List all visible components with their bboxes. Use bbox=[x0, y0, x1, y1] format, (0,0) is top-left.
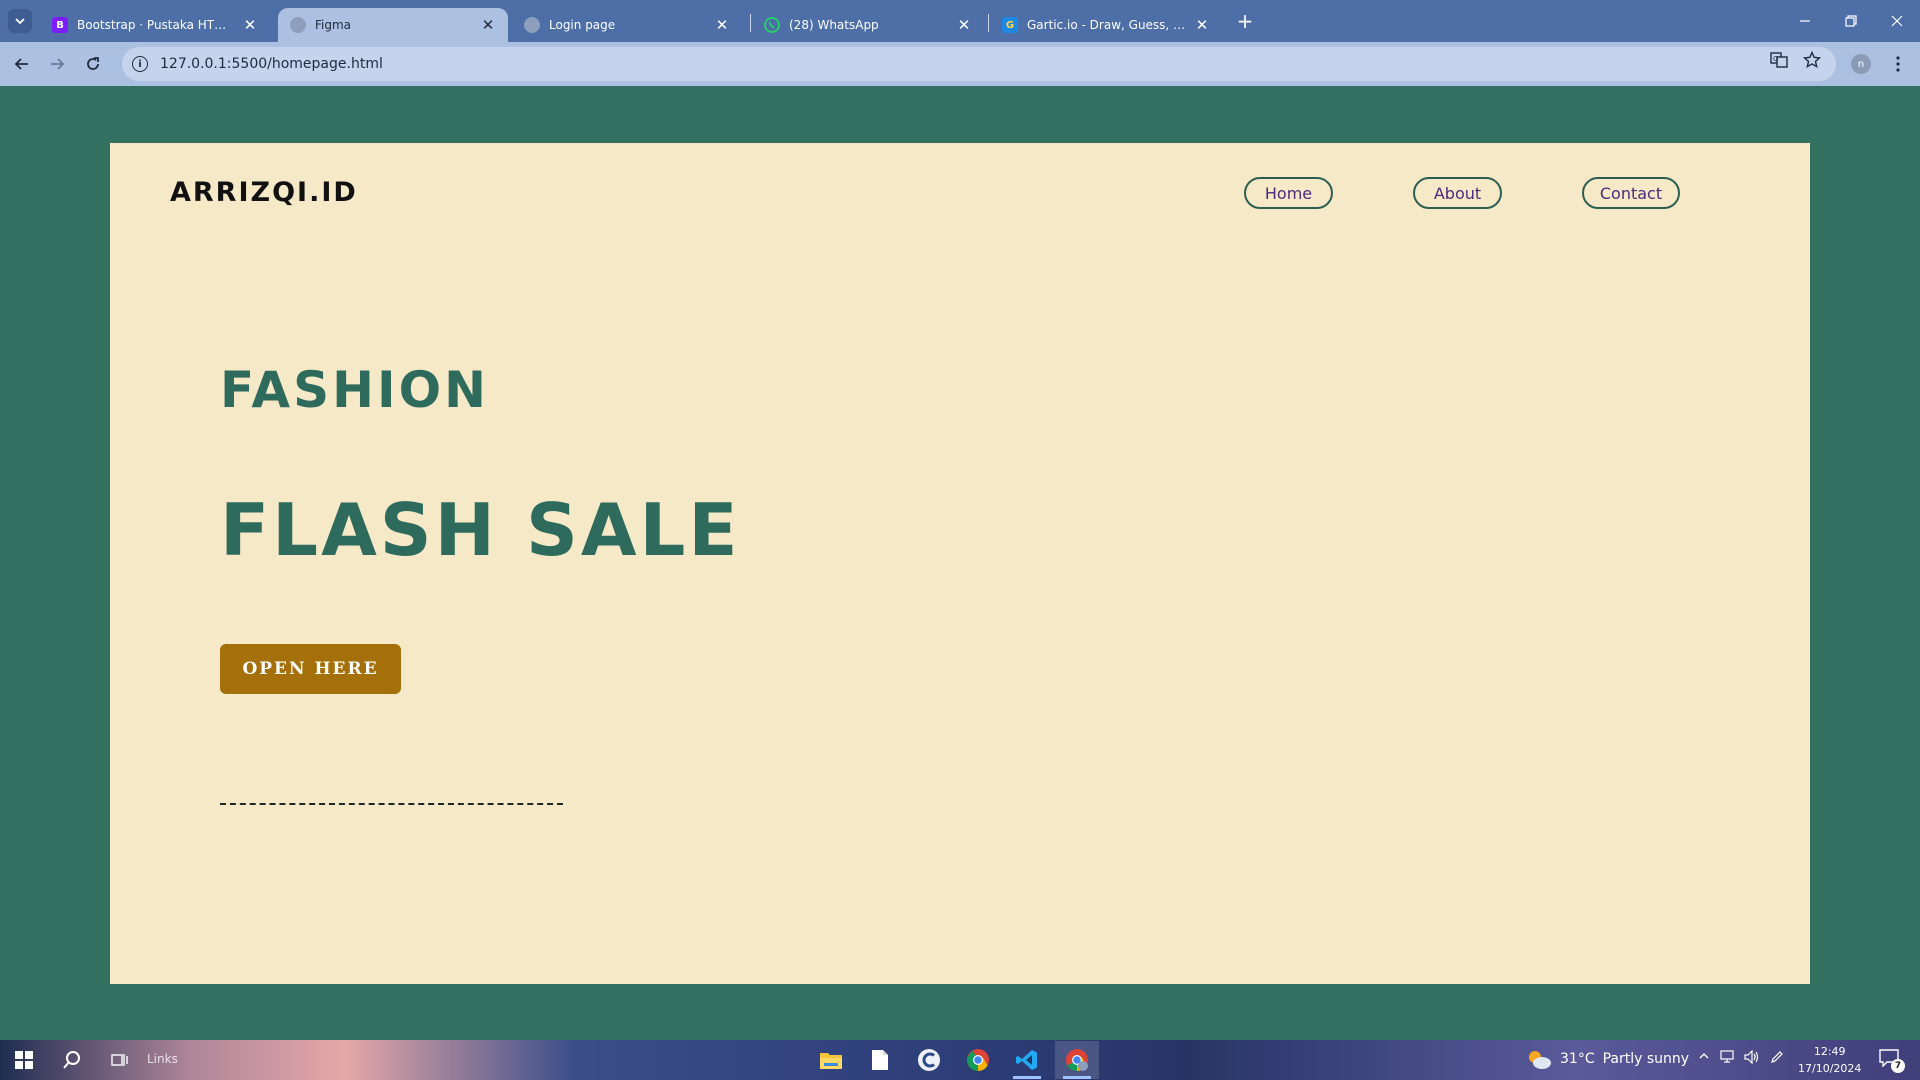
homepage-card: ARRIZQI.ID Home About Contact FASHION FL… bbox=[110, 143, 1810, 984]
tab-title: Figma bbox=[315, 18, 352, 32]
pen-icon[interactable] bbox=[1767, 1050, 1787, 1068]
tab-separator bbox=[750, 14, 751, 32]
notification-count-badge: 7 bbox=[1891, 1059, 1905, 1073]
new-tab-plus-icon[interactable]: + bbox=[1233, 9, 1257, 33]
notepad-icon[interactable] bbox=[858, 1041, 902, 1079]
translate-icon[interactable]: G bbox=[1769, 50, 1789, 70]
site-logo[interactable]: ARRIZQI.ID bbox=[170, 177, 358, 208]
tab-whatsapp[interactable]: (28) WhatsApp ✕ bbox=[752, 8, 984, 42]
tab-title: Gartic.io - Draw, Guess, WIN bbox=[1027, 18, 1186, 32]
nav-contact-link[interactable]: Contact bbox=[1582, 177, 1680, 209]
open-here-button[interactable]: OPEN HERE bbox=[220, 644, 401, 694]
globe-favicon-icon bbox=[290, 17, 306, 33]
whatsapp-icon bbox=[764, 17, 780, 33]
close-window-icon[interactable] bbox=[1882, 6, 1912, 36]
kebab-menu-icon[interactable] bbox=[1888, 52, 1908, 76]
minimize-icon[interactable] bbox=[1790, 6, 1820, 36]
tab-bootstrap[interactable]: B Bootstrap · Pustaka HTML, CSS, dan JS … bbox=[40, 8, 270, 42]
partly-sunny-icon bbox=[1529, 1051, 1551, 1069]
forward-arrow-icon[interactable] bbox=[43, 50, 71, 78]
clock-time: 12:49 bbox=[1813, 1045, 1846, 1058]
task-view-icon[interactable] bbox=[103, 1044, 135, 1076]
close-tab-icon[interactable]: ✕ bbox=[1194, 16, 1210, 34]
network-icon[interactable] bbox=[1718, 1050, 1738, 1068]
close-tab-icon[interactable]: ✕ bbox=[480, 16, 496, 34]
file-explorer-icon[interactable] bbox=[809, 1041, 853, 1079]
chrome-icon[interactable] bbox=[956, 1041, 1000, 1079]
profile-avatar[interactable]: n bbox=[1851, 54, 1871, 74]
windows-start-icon[interactable] bbox=[8, 1044, 40, 1076]
close-tab-icon[interactable]: ✕ bbox=[714, 16, 730, 34]
address-url[interactable]: 127.0.0.1:5500/homepage.html bbox=[160, 56, 383, 72]
address-bar[interactable]: i 127.0.0.1:5500/homepage.html bbox=[122, 47, 1836, 81]
close-tab-icon[interactable]: ✕ bbox=[242, 16, 258, 34]
gartic-favicon-icon: G bbox=[1002, 17, 1018, 33]
notification-center-icon[interactable]: 7 bbox=[1879, 1049, 1905, 1073]
restore-icon[interactable] bbox=[1836, 6, 1866, 36]
weather-description: Partly sunny bbox=[1602, 1051, 1690, 1067]
taskbar-search-text[interactable]: Links bbox=[147, 1052, 178, 1066]
browser-toolbar: i 127.0.0.1:5500/homepage.html G n bbox=[0, 42, 1920, 86]
tab-separator bbox=[988, 14, 989, 32]
bootstrap-favicon-icon: B bbox=[52, 17, 68, 33]
hero-subtitle: FASHION bbox=[220, 361, 489, 419]
close-tab-icon[interactable]: ✕ bbox=[956, 16, 972, 34]
svg-text:G: G bbox=[1773, 55, 1778, 63]
search-icon[interactable] bbox=[56, 1044, 88, 1076]
dashed-divider bbox=[220, 803, 563, 805]
globe-favicon-icon bbox=[524, 17, 540, 33]
ccleaner-icon[interactable] bbox=[907, 1041, 951, 1079]
weather-temperature: 31°C bbox=[1560, 1051, 1595, 1067]
taskbar-clock[interactable]: 12:49 17/10/2024 bbox=[1798, 1043, 1861, 1077]
vscode-icon[interactable] bbox=[1005, 1041, 1049, 1079]
tab-search-chevron-icon[interactable] bbox=[8, 9, 32, 33]
tab-figma[interactable]: Figma ✕ bbox=[278, 8, 508, 42]
tab-title: Login page bbox=[549, 18, 616, 32]
tab-title: (28) WhatsApp bbox=[789, 18, 879, 32]
back-arrow-icon[interactable] bbox=[8, 50, 36, 78]
chevron-up-icon[interactable] bbox=[1694, 1050, 1714, 1066]
clock-date: 17/10/2024 bbox=[1798, 1062, 1862, 1075]
nav-home-link[interactable]: Home bbox=[1244, 177, 1333, 209]
hero-title: FLASH SALE bbox=[220, 488, 741, 572]
bookmark-star-icon[interactable] bbox=[1802, 50, 1822, 70]
volume-icon[interactable] bbox=[1742, 1049, 1762, 1068]
tab-login-page[interactable]: Login page ✕ bbox=[512, 8, 742, 42]
chrome-profile-icon[interactable] bbox=[1055, 1041, 1099, 1079]
tab-title: Bootstrap · Pustaka HTML, CSS, dan JS pa… bbox=[77, 18, 234, 32]
weather-widget[interactable]: 31°C Partly sunny bbox=[1526, 1048, 1689, 1070]
nav-about-link[interactable]: About bbox=[1413, 177, 1502, 209]
reload-icon[interactable] bbox=[79, 50, 107, 78]
tab-gartic[interactable]: G Gartic.io - Draw, Guess, WIN ✕ bbox=[990, 8, 1222, 42]
browser-tab-bar: B Bootstrap · Pustaka HTML, CSS, dan JS … bbox=[0, 0, 1920, 42]
site-info-icon[interactable]: i bbox=[132, 56, 148, 72]
windows-taskbar: Links 31°C Partly sunny 12:49 17/10/2024 bbox=[0, 1040, 1920, 1080]
